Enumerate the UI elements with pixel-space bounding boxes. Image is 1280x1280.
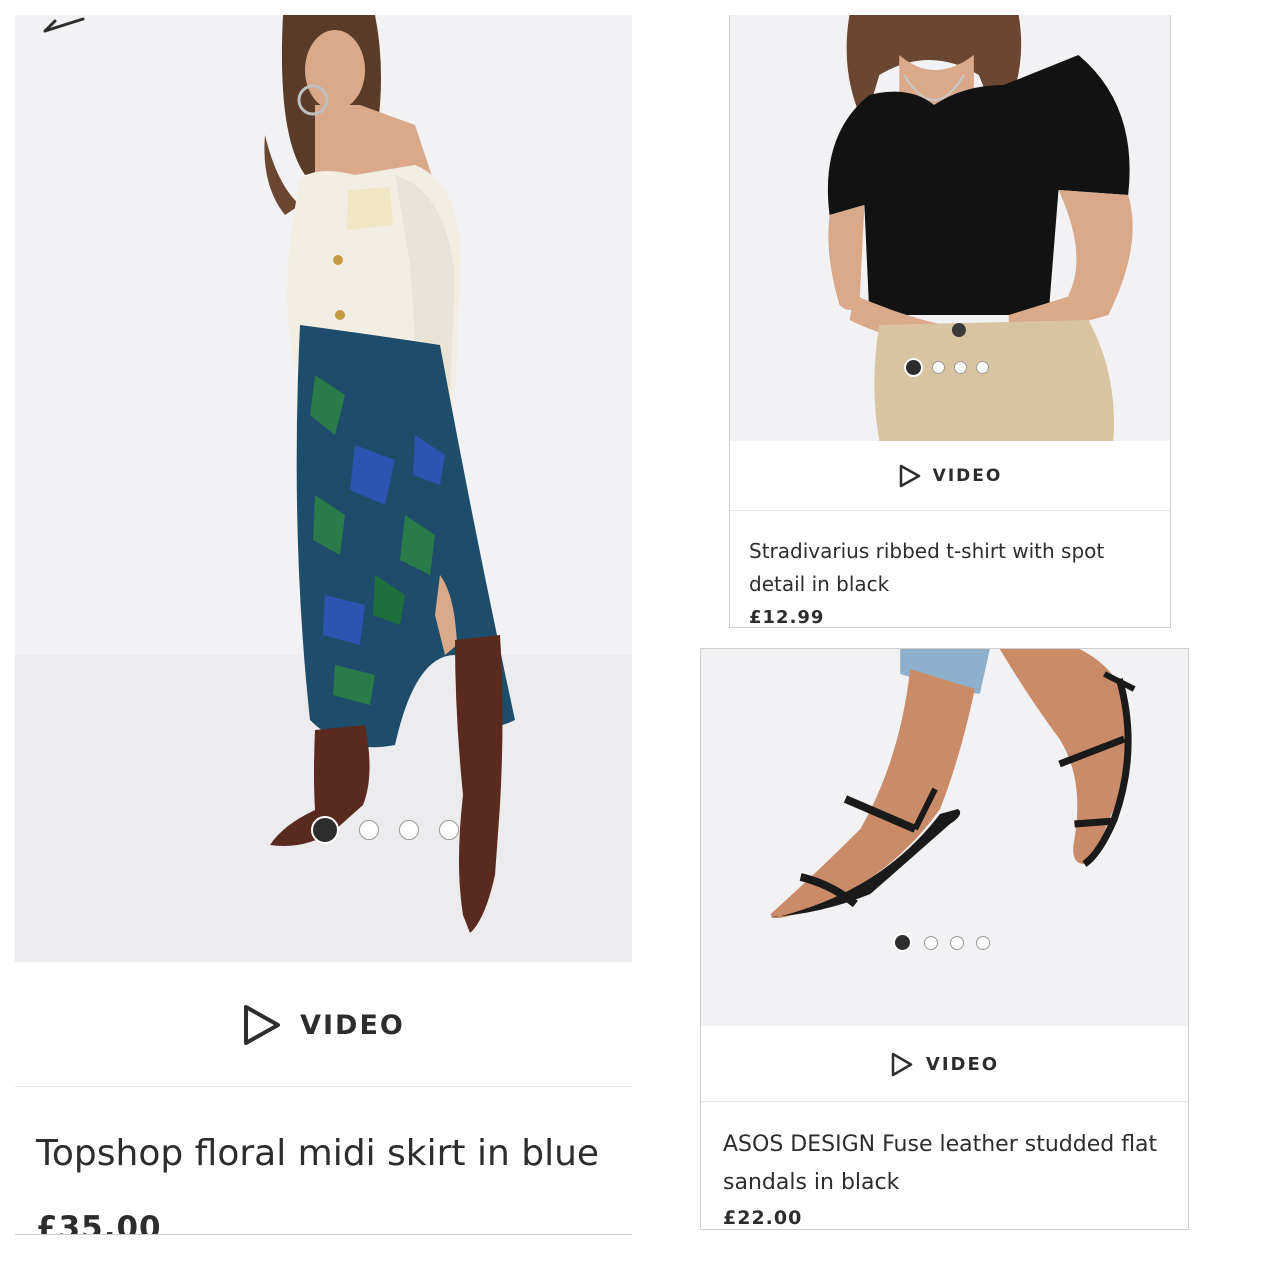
back-arrow-icon[interactable] <box>39 15 85 37</box>
divider <box>701 1101 1188 1102</box>
divider <box>730 510 1170 511</box>
image-carousel-dots <box>904 358 989 377</box>
product-card-tshirt[interactable]: VIDEO Stradivarius ribbed t-shirt with s… <box>729 15 1171 628</box>
divider <box>15 1086 632 1087</box>
carousel-dot-active[interactable] <box>311 816 339 844</box>
video-label: VIDEO <box>300 1009 405 1041</box>
product-image-tshirt[interactable] <box>730 15 1170 441</box>
carousel-dot-active[interactable] <box>904 358 923 377</box>
product-title[interactable]: Stradivarius ribbed t-shirt with spot de… <box>749 535 1149 601</box>
product-card-skirt[interactable]: VIDEO Topshop floral midi skirt in blue … <box>15 15 632 1235</box>
sandals-photo <box>701 649 1188 1026</box>
product-price: £22.00 <box>723 1207 803 1229</box>
product-title[interactable]: Topshop floral midi skirt in blue <box>36 1133 599 1174</box>
video-button[interactable]: VIDEO <box>15 1000 632 1050</box>
video-label: VIDEO <box>925 1053 1000 1075</box>
carousel-dot[interactable] <box>976 935 990 950</box>
carousel-dot[interactable] <box>932 361 945 374</box>
image-carousel-dots <box>893 933 990 952</box>
carousel-dot[interactable] <box>950 935 964 950</box>
product-title[interactable]: ASOS DESIGN Fuse leather studded flat sa… <box>723 1126 1173 1202</box>
tshirt-photo <box>730 15 1170 441</box>
carousel-dot-active[interactable] <box>893 933 912 952</box>
product-image-sandals[interactable] <box>701 649 1188 1026</box>
carousel-dot[interactable] <box>359 820 379 840</box>
carousel-dot[interactable] <box>399 820 419 840</box>
play-icon <box>244 1005 281 1045</box>
carousel-dot[interactable] <box>924 935 938 950</box>
video-button[interactable]: VIDEO <box>701 1049 1188 1079</box>
product-price: £12.99 <box>749 607 825 628</box>
product-card-sandals[interactable]: VIDEO ASOS DESIGN Fuse leather studded f… <box>700 648 1189 1230</box>
video-label: VIDEO <box>932 466 1003 486</box>
video-button[interactable]: VIDEO <box>730 462 1170 490</box>
play-icon <box>891 1052 913 1076</box>
carousel-dot[interactable] <box>976 361 989 374</box>
product-price: £35.00 <box>36 1210 162 1235</box>
play-icon <box>899 464 920 488</box>
carousel-dot[interactable] <box>954 361 967 374</box>
image-carousel-dots <box>311 816 459 844</box>
carousel-dot[interactable] <box>439 820 459 840</box>
